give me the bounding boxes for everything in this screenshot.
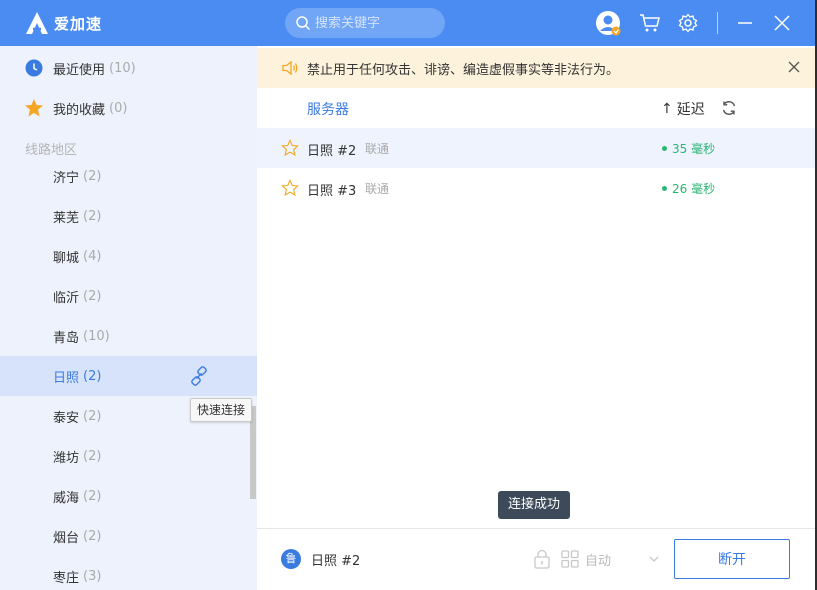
region-count: (4)	[83, 248, 102, 264]
minimize-icon[interactable]	[731, 9, 759, 37]
region-label: 泰安	[53, 410, 80, 426]
sidebar-item-label: 我的收藏	[53, 102, 106, 118]
refresh-icon[interactable]	[721, 100, 737, 116]
server-isp: 联通	[365, 182, 390, 196]
notice-banner: 禁止用于任何攻击、诽谤、编造虚假事实等非法行为。	[257, 48, 815, 88]
gear-icon[interactable]	[674, 9, 702, 37]
header-latency-label: 延迟	[676, 102, 705, 118]
sidebar-item-region[interactable]: 临沂 (2)	[0, 276, 257, 316]
region-count: (2)	[83, 448, 102, 464]
disconnect-button[interactable]: 断开	[674, 539, 790, 579]
logo-icon	[26, 12, 48, 34]
region-badge: 鲁	[281, 549, 301, 569]
app-name: 爱加速	[54, 14, 103, 33]
latency-value: 35 毫秒	[672, 142, 716, 156]
star-filled-icon	[24, 98, 44, 118]
sidebar-item-count: (0)	[109, 100, 128, 116]
quick-connect-tooltip: 快速连接	[190, 398, 253, 422]
sidebar-item-region[interactable]: 枣庄 (3)	[0, 556, 257, 590]
region-count: (2)	[83, 528, 102, 544]
server-list-header: 服务器 ↑ 延迟	[257, 88, 815, 128]
current-server-name: 日照 #2	[311, 554, 361, 569]
title-bar: 爱加速	[0, 0, 817, 46]
region-count: (2)	[83, 488, 102, 504]
region-label: 潍坊	[53, 450, 80, 466]
server-latency: 35 毫秒	[662, 140, 715, 157]
speaker-icon	[282, 60, 298, 76]
sidebar-item-region-active[interactable]: 日照 (2)	[0, 356, 257, 396]
region-count: (2)	[83, 408, 102, 424]
star-outline-icon[interactable]	[281, 139, 299, 157]
region-count: (3)	[83, 568, 102, 584]
titlebar-divider	[717, 12, 718, 34]
search-input[interactable]	[315, 15, 435, 31]
sidebar-item-region[interactable]: 烟台 (2)	[0, 516, 257, 556]
star-outline-icon[interactable]	[281, 179, 299, 197]
notice-close-icon[interactable]	[787, 60, 801, 74]
region-label: 青岛	[53, 330, 80, 346]
sidebar-item-count: (10)	[109, 60, 136, 76]
app-logo: 爱加速	[24, 10, 102, 36]
region-count: (2)	[83, 288, 102, 304]
header-server[interactable]: 服务器	[307, 99, 349, 119]
sidebar-item-region[interactable]: 聊城 (4)	[0, 236, 257, 276]
sidebar-item-region[interactable]: 莱芜 (2)	[0, 196, 257, 236]
region-label: 枣庄	[53, 570, 80, 586]
sidebar-item-recent[interactable]: 最近使用 (10)	[0, 48, 257, 88]
search-box[interactable]	[285, 8, 445, 38]
region-label: 聊城	[53, 250, 80, 266]
server-latency: 26 毫秒	[662, 180, 715, 197]
connect-success-toast: 连接成功	[498, 491, 571, 519]
region-label: 临沂	[53, 290, 80, 306]
sidebar-item-region[interactable]: 潍坊 (2)	[0, 436, 257, 476]
chevron-down-icon[interactable]	[648, 553, 660, 565]
close-window-icon[interactable]	[768, 9, 796, 37]
sidebar-item-region[interactable]: 济宁 (2)	[0, 156, 257, 196]
region-label: 莱芜	[53, 210, 80, 226]
sort-arrow-icon: ↑	[661, 101, 673, 117]
server-name: 日照 #3	[307, 184, 357, 199]
latency-dot-icon	[662, 186, 667, 191]
region-count: (2)	[83, 368, 102, 384]
sidebar-item-favorites[interactable]: 我的收藏 (0)	[0, 88, 257, 128]
cart-icon[interactable]	[636, 9, 664, 37]
region-count: (2)	[83, 168, 102, 184]
server-isp: 联通	[365, 142, 390, 156]
mode-select-value[interactable]: 自动	[585, 550, 611, 569]
server-row[interactable]: 日照 #3 联通 26 毫秒	[257, 168, 815, 208]
clock-icon	[24, 58, 44, 78]
quick-connect-link-icon[interactable]	[189, 366, 209, 386]
notice-text: 禁止用于任何攻击、诽谤、编造虚假事实等非法行为。	[307, 62, 620, 78]
lock-icon[interactable]	[533, 549, 551, 569]
header-latency-sort[interactable]: ↑ 延迟	[661, 99, 705, 119]
server-name: 日照 #2	[307, 144, 357, 159]
latency-dot-icon	[662, 146, 667, 151]
sidebar-item-label: 最近使用	[53, 62, 106, 78]
sidebar-item-region[interactable]: 青岛 (10)	[0, 316, 257, 356]
region-label: 威海	[53, 490, 80, 506]
region-label: 济宁	[53, 170, 80, 186]
region-label: 日照	[53, 370, 80, 386]
region-count: (2)	[83, 208, 102, 224]
region-count: (10)	[83, 328, 110, 344]
region-label: 烟台	[53, 530, 80, 546]
connection-bar: 鲁 日照 #2 自动 断开	[257, 528, 815, 590]
user-avatar-icon[interactable]	[594, 9, 622, 37]
sidebar-item-region[interactable]: 威海 (2)	[0, 476, 257, 516]
sidebar: 最近使用 (10) 我的收藏 (0) 线路地区 济宁 (2) 莱芜 (2) 聊城…	[0, 46, 257, 590]
latency-value: 26 毫秒	[672, 182, 716, 196]
search-icon	[296, 16, 311, 31]
server-row[interactable]: 日照 #2 联通 35 毫秒	[257, 128, 815, 168]
mode-grid-icon[interactable]	[560, 549, 580, 569]
